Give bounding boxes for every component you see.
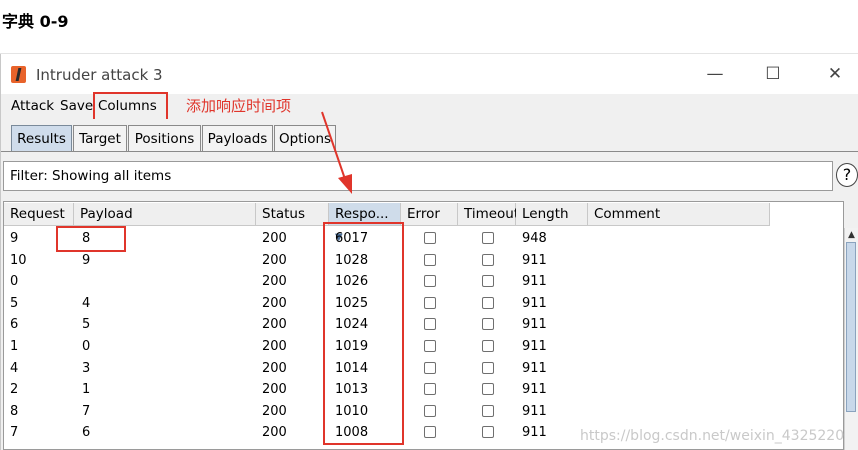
- cell-request: 6: [10, 317, 19, 333]
- error-checkbox[interactable]: [424, 426, 436, 439]
- cell-status: 200: [262, 382, 287, 398]
- error-checkbox[interactable]: [424, 232, 436, 244]
- cell-request: 8: [10, 403, 19, 419]
- cell-length: 911: [522, 339, 547, 354]
- tab-payloads[interactable]: Payloads: [202, 125, 273, 151]
- scroll-thumb[interactable]: [846, 242, 856, 412]
- cell-length: 911: [522, 360, 547, 376]
- annotation-arrow: [321, 111, 352, 194]
- cell-status: 200: [262, 231, 287, 246]
- annotation-text: 添加响应时间项: [186, 97, 292, 115]
- tab-results[interactable]: Results: [11, 125, 72, 151]
- cell-length: 911: [522, 274, 547, 290]
- cell-request: 9: [10, 231, 19, 246]
- cell-payload: 1: [82, 382, 91, 398]
- cell-payload: 7: [82, 403, 91, 419]
- cell-status: 200: [262, 295, 287, 311]
- timeout-checkbox[interactable]: [482, 404, 494, 417]
- watermark: https://blog.csdn.net/weixin_4325220: [580, 428, 845, 444]
- col-header-payload[interactable]: Payload: [74, 203, 256, 226]
- error-checkbox[interactable]: [424, 296, 436, 309]
- timeout-checkbox[interactable]: [482, 383, 494, 396]
- menu-attack[interactable]: Attack: [11, 98, 54, 114]
- timeout-checkbox[interactable]: [482, 296, 494, 309]
- divider: [0, 53, 858, 54]
- cell-payload: 6: [82, 425, 91, 441]
- cell-status: 200: [262, 274, 287, 290]
- cell-request: 1: [10, 339, 19, 354]
- cell-payload: 0: [82, 339, 91, 354]
- cell-length: 911: [522, 403, 547, 419]
- menu-save[interactable]: Save: [60, 98, 93, 114]
- cell-request: 7: [10, 425, 19, 441]
- window-title: Intruder attack 3: [36, 66, 163, 84]
- minimize-button[interactable]: —: [700, 62, 730, 86]
- cell-request: 2: [10, 382, 19, 398]
- cell-request: 5: [10, 295, 19, 311]
- filter-bar[interactable]: Filter: Showing all items: [3, 161, 833, 191]
- cell-length: 911: [522, 252, 547, 268]
- page-heading: 字典 0-9: [2, 12, 69, 31]
- error-checkbox[interactable]: [424, 340, 436, 352]
- col-header-length[interactable]: Length: [516, 203, 588, 226]
- highlight-payload-box: [56, 226, 126, 252]
- cell-request: 4: [10, 360, 19, 376]
- col-header-comment[interactable]: Comment: [588, 203, 770, 226]
- col-header-request[interactable]: Request: [4, 203, 74, 226]
- error-checkbox[interactable]: [424, 361, 436, 374]
- scroll-up-icon[interactable]: ▲: [846, 230, 857, 241]
- error-checkbox[interactable]: [424, 404, 436, 417]
- cell-request: 0: [10, 274, 19, 290]
- cell-length: 911: [522, 382, 547, 398]
- cell-status: 200: [262, 339, 287, 354]
- timeout-checkbox[interactable]: [482, 361, 494, 374]
- col-header-error[interactable]: Error: [401, 203, 458, 226]
- error-checkbox[interactable]: [424, 318, 436, 331]
- timeout-checkbox[interactable]: [482, 318, 494, 331]
- timeout-checkbox[interactable]: [482, 232, 494, 244]
- tab-positions[interactable]: Positions: [128, 125, 201, 151]
- timeout-checkbox[interactable]: [482, 426, 494, 439]
- cell-status: 200: [262, 360, 287, 376]
- cell-status: 200: [262, 252, 287, 268]
- cell-payload: 5: [82, 317, 91, 333]
- timeout-checkbox[interactable]: [482, 275, 494, 288]
- cell-payload: 4: [82, 295, 91, 311]
- help-icon[interactable]: ?: [836, 163, 858, 187]
- cell-length: 911: [522, 317, 547, 333]
- cell-length: 911: [522, 425, 547, 441]
- col-header-timeout[interactable]: Timeout: [458, 203, 519, 226]
- close-button[interactable]: ✕: [820, 62, 850, 86]
- error-checkbox[interactable]: [424, 253, 436, 266]
- error-checkbox[interactable]: [424, 383, 436, 396]
- cell-status: 200: [262, 425, 287, 441]
- cell-length: 911: [522, 295, 547, 311]
- timeout-checkbox[interactable]: [482, 340, 494, 352]
- highlight-response-box: [323, 222, 404, 445]
- col-header-response-label: Respo...: [335, 206, 389, 222]
- timeout-checkbox[interactable]: [482, 253, 494, 266]
- cell-payload: 9: [82, 252, 91, 268]
- cell-length: 948: [522, 231, 547, 246]
- error-checkbox[interactable]: [424, 275, 436, 288]
- cell-status: 200: [262, 317, 287, 333]
- maximize-button[interactable]: ☐: [758, 62, 788, 86]
- tab-target[interactable]: Target: [73, 125, 127, 151]
- col-header-status[interactable]: Status: [256, 203, 329, 226]
- cell-request: 10: [10, 252, 27, 268]
- cell-payload: 3: [82, 360, 91, 376]
- highlight-columns-box: [93, 92, 168, 122]
- cell-status: 200: [262, 403, 287, 419]
- burp-app-icon: [11, 66, 26, 83]
